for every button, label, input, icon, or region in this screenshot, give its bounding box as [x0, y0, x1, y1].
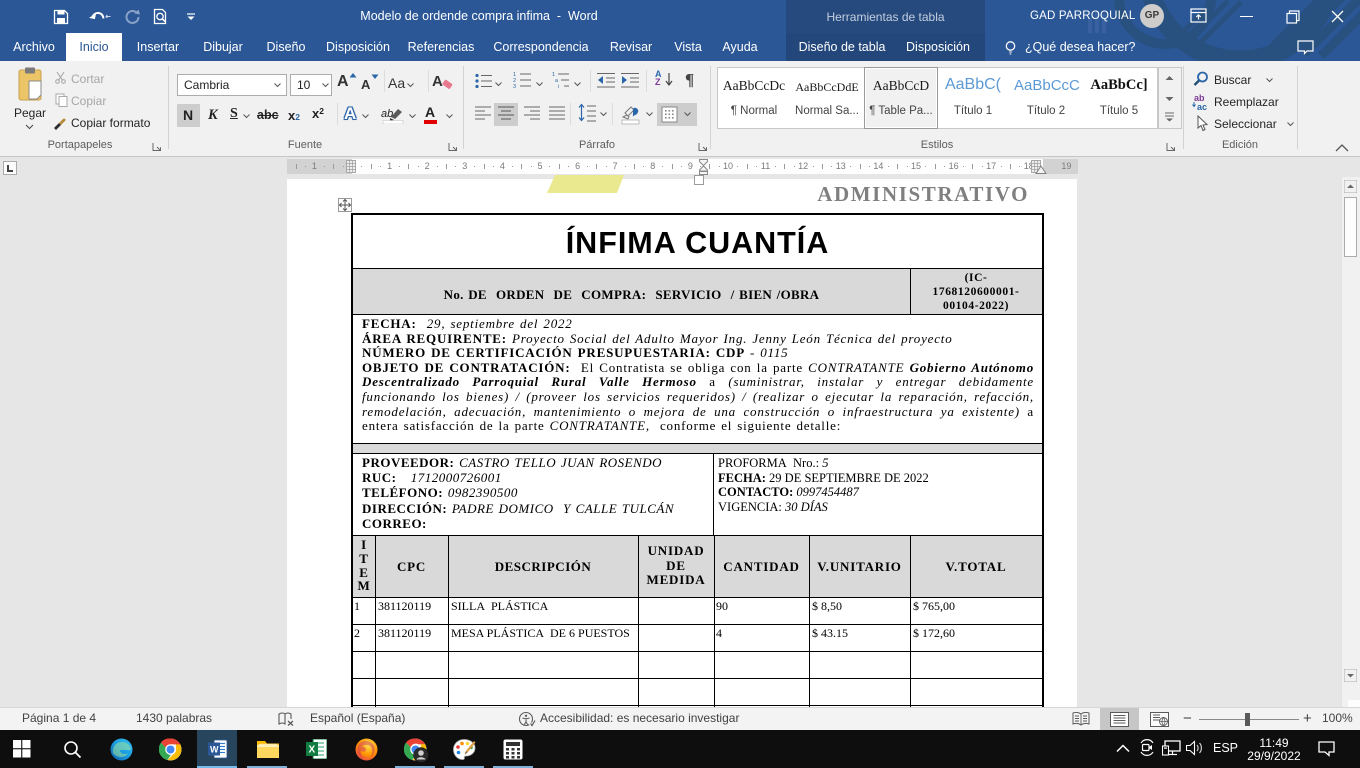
svg-text:i: i [558, 84, 559, 89]
svg-text:X: X [309, 745, 316, 756]
svg-text:ac: ac [1197, 102, 1207, 111]
svg-text:W: W [210, 745, 219, 755]
svg-text:3: 3 [513, 84, 516, 89]
svg-text:ab: ab [381, 108, 393, 120]
